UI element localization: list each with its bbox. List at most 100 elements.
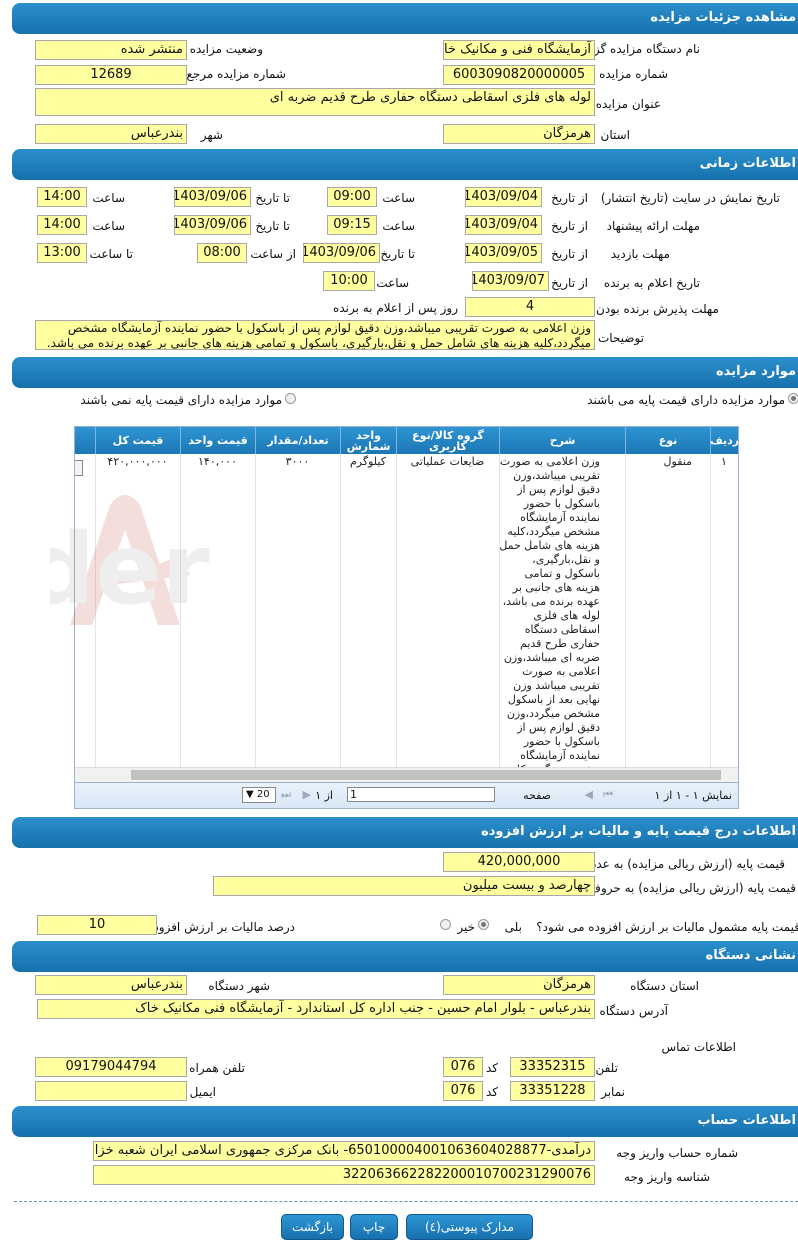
visit-from-date[interactable]: 1403/09/05 <box>465 243 542 263</box>
org-label: نام دستگاه مزایده گزار <box>584 42 700 56</box>
display-date-label: تاریخ نمایش در سایت (تاریخ انتشار) <box>600 191 780 205</box>
vat-yes-label: بلی <box>504 920 522 934</box>
items-grid: ردیف نوع شرح گروه کالا/نوع کاربری واحد ش… <box>74 426 739 809</box>
cell-unit-price: ۱۴۰,۰۰۰ <box>198 455 237 468</box>
display-from-date[interactable]: 1403/09/04 <box>465 187 542 207</box>
org-field[interactable]: آزمایشگاه فنی و مکانیک خاک <box>443 40 595 60</box>
fax-code-field[interactable]: 076 <box>443 1081 483 1101</box>
vat-percent-field[interactable]: 10 <box>37 915 157 935</box>
fax-code-label: کد <box>485 1085 498 1099</box>
section-header-details: مشاهده جزئیات مزایده <box>12 3 798 34</box>
col-unit[interactable]: واحد شمارش <box>340 427 396 454</box>
horizontal-scrollbar[interactable] <box>75 767 738 782</box>
prev-page-icon[interactable]: ◀ <box>585 788 593 801</box>
col-description[interactable]: شرح <box>499 427 625 454</box>
notes-label: توضیحات <box>597 331 644 345</box>
col-index[interactable]: ردیف <box>710 427 738 454</box>
row-action-button[interactable] <box>75 460 83 476</box>
print-button[interactable]: چاپ <box>350 1214 398 1240</box>
radio-without-price[interactable] <box>285 393 296 404</box>
cell-index: ۱ <box>721 455 727 468</box>
device-city-field[interactable]: بندرعباس <box>35 975 187 995</box>
col-unit-price[interactable]: قیمت واحد <box>180 427 255 454</box>
account-number-field[interactable]: درآمدی-6501000040010636040288​77- بانک م… <box>93 1141 595 1161</box>
base-price-num-field[interactable]: 420,000,000 <box>443 852 595 872</box>
page-input[interactable]: 1 <box>347 787 495 802</box>
grid-pager: نمایش ۱ - ۱ از ۱ ⏮ ◀ صفحه 1 از ۱ ▶ ⏭ ▼ 2… <box>75 782 738 808</box>
device-address-field[interactable]: بندرعباس - بلوار امام حسین - جنب اداره ک… <box>37 999 595 1019</box>
phone-label: تلفن <box>595 1061 618 1075</box>
device-province-field[interactable]: هرمزگان <box>443 975 595 995</box>
radio-without-price-label: موارد مزایده دارای قیمت پایه نمی باشند <box>80 393 282 407</box>
vat-yes-radio[interactable] <box>478 919 489 930</box>
winner-time[interactable]: 10:00 <box>323 271 375 291</box>
email-field[interactable] <box>35 1081 187 1101</box>
display-from-time-label: ساعت <box>382 191 415 205</box>
title-field[interactable]: لوله های فلزی اسقاطی دستگاه حفاری طرح قد… <box>35 88 595 116</box>
offer-label: مهلت ارائه پیشنهاد <box>606 219 700 233</box>
province-field[interactable]: هرمزگان <box>443 124 595 144</box>
scrollbar-thumb[interactable] <box>131 770 721 780</box>
payment-id-label: شناسه واریز وجه <box>624 1170 710 1184</box>
last-page-icon[interactable]: ⏭ <box>281 788 291 802</box>
visit-to-label: تا تاریخ <box>380 247 415 261</box>
ref-number-field[interactable]: 12689 <box>35 65 187 85</box>
base-price-num-label: قیمت پایه (ارزش ریالی مزایده) به عدد <box>590 857 785 871</box>
visit-from-time-label: از ساعت <box>250 247 296 261</box>
section-header-timing: اطلاعات زمانی <box>12 149 798 180</box>
vat-percent-label: درصد مالیات بر ارزش افزوده <box>147 920 295 934</box>
fax-field[interactable]: 33351228 <box>510 1081 595 1101</box>
winner-date[interactable]: 1403/09/07 <box>472 271 549 291</box>
base-price-words-field[interactable]: چهارصد و بیست میلیون <box>213 876 595 896</box>
cell-unit: کیلوگرم <box>350 455 386 468</box>
cell-qty: ۳۰۰۰ <box>285 455 310 468</box>
number-label: شماره مزایده <box>599 67 668 81</box>
col-qty[interactable]: تعداد/مقدار <box>255 427 340 454</box>
vat-no-radio[interactable] <box>440 919 451 930</box>
notes-field[interactable]: وزن اعلامی به صورت تقریبی میباشد،وزن دقی… <box>35 320 595 350</box>
section-header-address: نشانی دستگاه <box>12 941 798 972</box>
visit-to-time[interactable]: 13:00 <box>37 243 87 263</box>
email-label: ایمیل <box>189 1085 216 1099</box>
first-page-icon[interactable]: ⏮ <box>603 788 613 802</box>
offer-from-label: از تاریخ <box>551 219 588 233</box>
offer-to-time[interactable]: 14:00 <box>37 215 87 235</box>
accept-days-field[interactable]: 4 <box>465 297 595 317</box>
city-label: شهر <box>200 128 223 142</box>
accept-suffix: روز پس از اعلام به برنده <box>333 301 458 315</box>
offer-from-time-label: ساعت <box>382 219 415 233</box>
col-total[interactable]: قیمت کل <box>95 427 180 454</box>
next-page-icon[interactable]: ▶ <box>303 788 311 801</box>
phone-field[interactable]: 33352315 <box>510 1057 595 1077</box>
col-group[interactable]: گروه کالا/نوع کاربری <box>396 427 499 454</box>
number-field[interactable]: 6003090820000005 <box>443 65 595 85</box>
payment-id-field[interactable]: 322063662282200010700231290076 <box>93 1165 595 1185</box>
display-from-time[interactable]: 09:00 <box>327 187 377 207</box>
offer-from-date[interactable]: 1403/09/04 <box>465 215 542 235</box>
offer-from-time[interactable]: 09:15 <box>327 215 377 235</box>
attachments-button[interactable]: مدارک پیوستی(٤) <box>406 1214 533 1240</box>
phone-code-field[interactable]: 076 <box>443 1057 483 1077</box>
display-to-time[interactable]: 14:00 <box>37 187 87 207</box>
mobile-label: تلفن همراه <box>189 1061 245 1075</box>
device-province-label: استان دستگاه <box>630 979 699 993</box>
visit-to-date[interactable]: 1403/09/06 <box>303 243 380 263</box>
page-size-select[interactable]: ▼ 20 <box>242 787 276 803</box>
radio-with-price[interactable] <box>788 393 798 404</box>
visit-from-time[interactable]: 08:00 <box>197 243 247 263</box>
mobile-field[interactable]: 09179044794 <box>35 1057 187 1077</box>
display-to-label: تا تاریخ <box>255 191 290 205</box>
offer-to-date[interactable]: 1403/09/06 <box>174 215 251 235</box>
winner-from-label: از تاریخ <box>551 276 588 290</box>
chevron-down-icon: ▼ <box>246 789 254 800</box>
display-to-date[interactable]: 1403/09/06 <box>174 187 251 207</box>
grid-header: ردیف نوع شرح گروه کالا/نوع کاربری واحد ش… <box>75 427 738 454</box>
section-header-account: اطلاعات حساب <box>12 1106 798 1137</box>
title-label: عنوان مزایده <box>595 97 661 111</box>
back-button[interactable]: بازگشت <box>281 1214 344 1240</box>
visit-from-label: از تاریخ <box>551 247 588 261</box>
col-type[interactable]: نوع <box>625 427 710 454</box>
visit-label: مهلت بازدید <box>610 247 670 261</box>
city-field[interactable]: بندرعباس <box>35 124 187 144</box>
status-field[interactable]: منتشر شده <box>35 40 187 60</box>
